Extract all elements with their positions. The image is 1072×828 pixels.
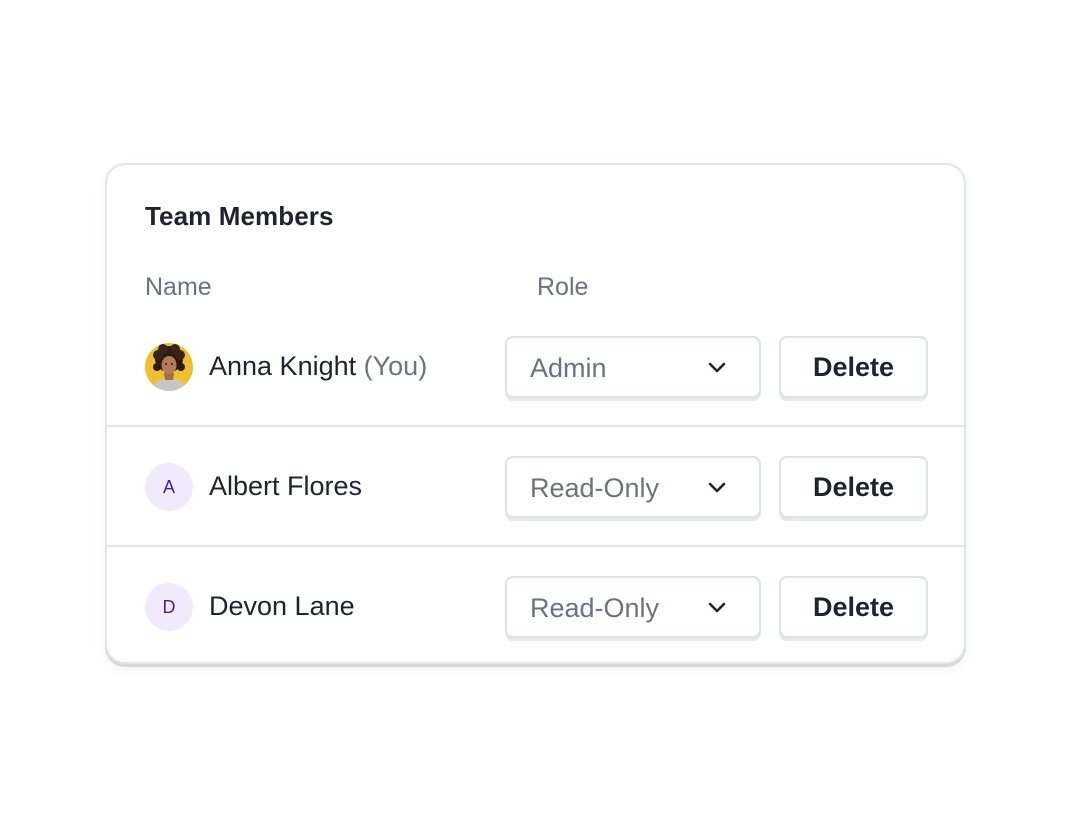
delete-button[interactable]: Delete — [779, 336, 928, 398]
member-name-text: Anna Knight — [209, 351, 357, 381]
member-row: Anna Knight (You) Admin Delete — [107, 305, 964, 425]
column-header-name: Name — [145, 273, 212, 301]
avatar: D — [145, 583, 193, 631]
role-value: Read-Only — [530, 473, 660, 503]
member-row: D Devon Lane Read-Only Delete — [107, 545, 964, 662]
role-dropdown[interactable]: Read-Only — [505, 576, 761, 638]
column-header-role: Role — [537, 273, 589, 301]
card-title: Team Members — [145, 201, 334, 231]
member-name: Albert Flores — [209, 471, 362, 502]
chevron-down-icon — [708, 482, 726, 493]
avatar-photo — [145, 343, 193, 391]
delete-button[interactable]: Delete — [779, 576, 928, 638]
avatar: A — [145, 463, 193, 511]
role-value: Read-Only — [530, 593, 660, 623]
member-row: A Albert Flores Read-Only Delete — [107, 425, 964, 545]
member-name-text: Albert Flores — [209, 471, 363, 501]
you-badge: (You) — [363, 351, 428, 381]
team-members-card: Team Members Name Role Anna Knight (You)… — [105, 163, 966, 664]
delete-button[interactable]: Delete — [779, 456, 928, 518]
member-name: Devon Lane — [209, 591, 355, 622]
member-name-text: Devon Lane — [209, 591, 355, 621]
chevron-down-icon — [708, 602, 726, 613]
role-value: Admin — [530, 353, 607, 383]
member-name: Anna Knight (You) — [209, 351, 427, 382]
chevron-down-icon — [708, 362, 726, 373]
avatar — [145, 343, 193, 391]
role-dropdown[interactable]: Read-Only — [505, 456, 761, 518]
role-dropdown[interactable]: Admin — [505, 336, 761, 398]
